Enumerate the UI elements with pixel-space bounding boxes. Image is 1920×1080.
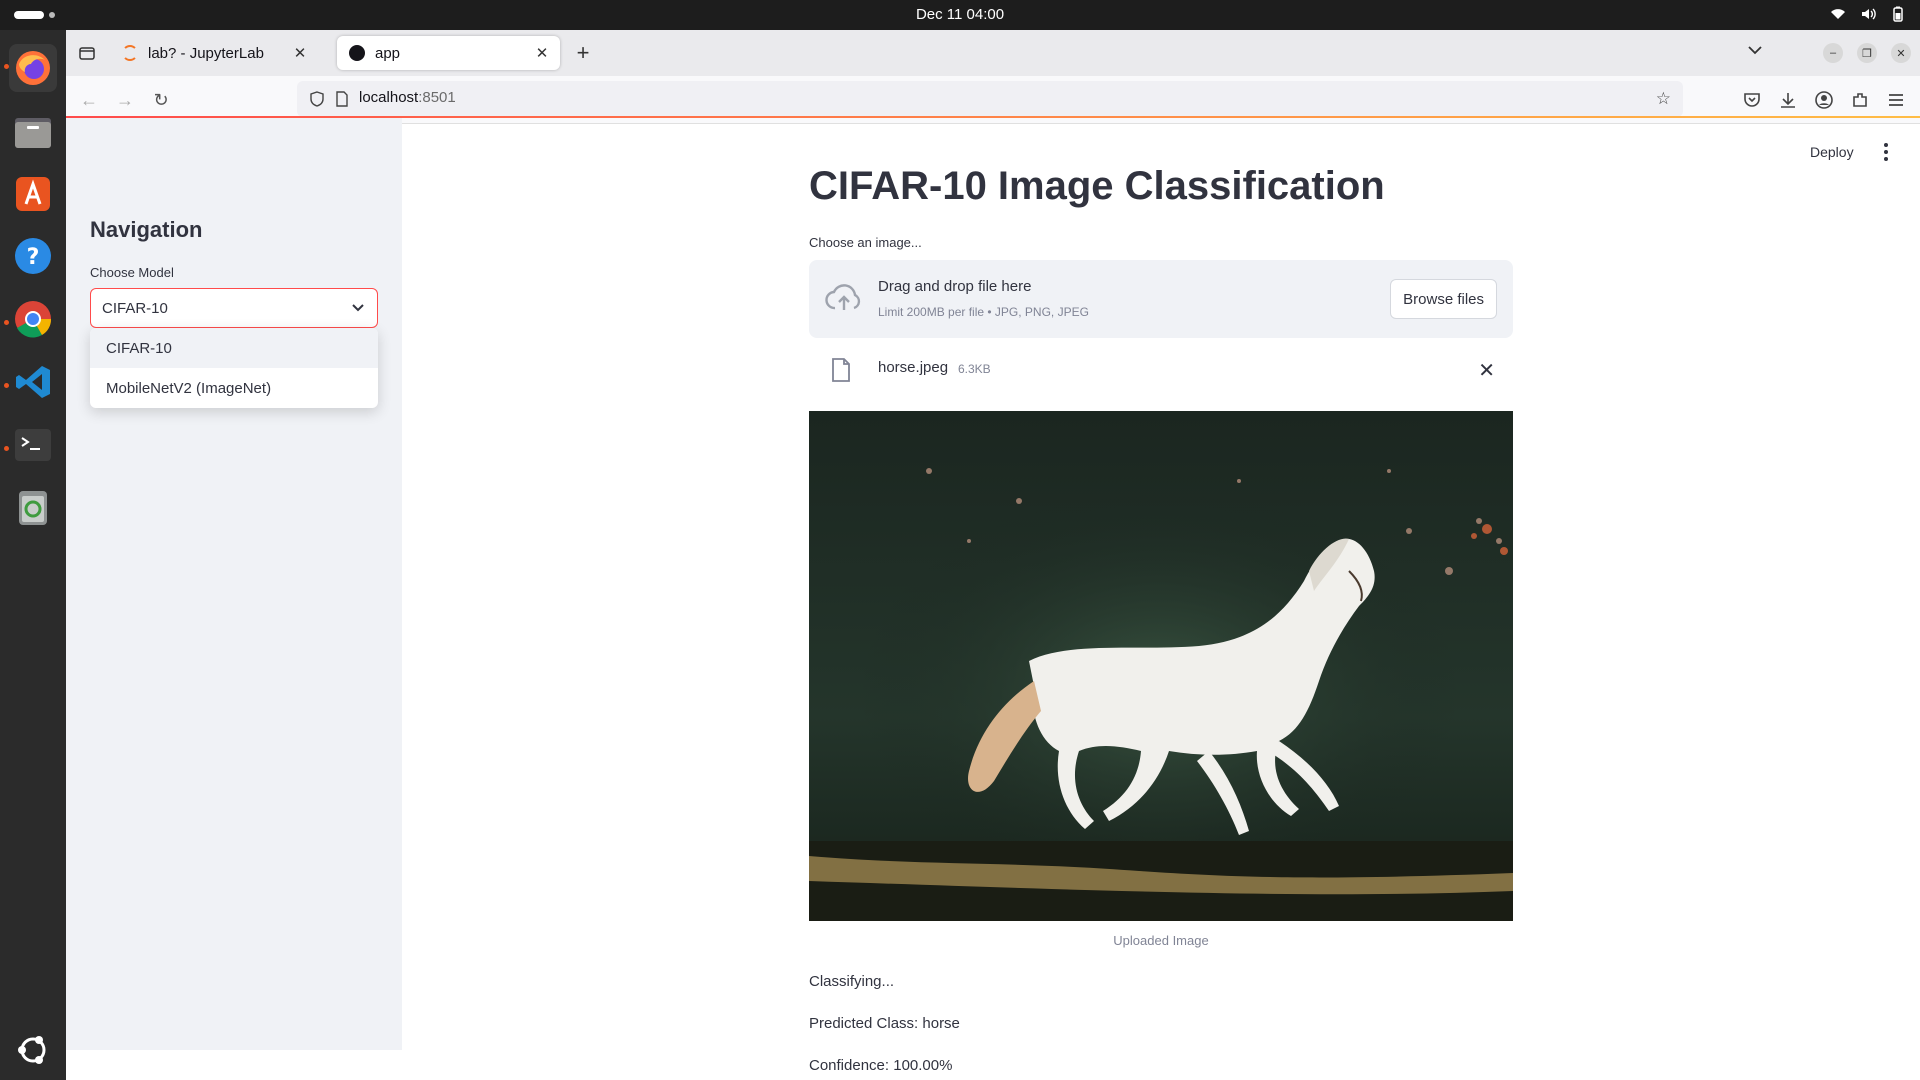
chevron-down-icon[interactable] bbox=[351, 301, 365, 315]
remove-file-icon[interactable]: ✕ bbox=[1478, 358, 1495, 383]
bookmark-star-icon[interactable]: ☆ bbox=[1656, 89, 1671, 109]
url-text[interactable]: localhost:8501 bbox=[359, 89, 456, 106]
sidebar: Navigation Choose Model CIFAR-10 CIFAR-1… bbox=[66, 118, 402, 1050]
chevron-down-icon[interactable] bbox=[1748, 42, 1762, 60]
tab-jupyterlab[interactable]: lab? - JupyterLab ✕ bbox=[110, 36, 318, 70]
confidence-text: Confidence: 100.00% bbox=[809, 1057, 953, 1074]
tab-title: lab? - JupyterLab bbox=[148, 44, 264, 62]
new-tab-icon[interactable]: + bbox=[571, 40, 595, 66]
shield-icon[interactable] bbox=[309, 91, 325, 107]
menu-icon[interactable] bbox=[1886, 90, 1906, 110]
back-icon[interactable]: ← bbox=[77, 88, 101, 112]
tab-app[interactable]: app ✕ bbox=[337, 36, 560, 70]
url-port: :8501 bbox=[418, 89, 456, 106]
svg-text:?: ? bbox=[27, 245, 40, 270]
tab-bar: lab? - JupyterLab ✕ app ✕ + – ❐ ✕ bbox=[66, 30, 1920, 76]
downloads-icon[interactable] bbox=[1778, 90, 1798, 110]
minimize-icon[interactable]: – bbox=[1823, 43, 1843, 63]
file-size: 6.3KB bbox=[958, 362, 991, 376]
firefox-view-icon[interactable] bbox=[78, 44, 96, 62]
close-tab-icon[interactable]: ✕ bbox=[532, 44, 552, 62]
dock: ? bbox=[0, 30, 66, 1080]
url-host: localhost bbox=[359, 89, 419, 106]
account-icon[interactable] bbox=[1814, 90, 1834, 110]
uploaded-image bbox=[809, 411, 1513, 921]
file-icon bbox=[832, 358, 850, 382]
tab-title: app bbox=[375, 44, 401, 62]
restore-icon[interactable]: ❐ bbox=[1857, 43, 1877, 63]
dropzone-title: Drag and drop file here bbox=[878, 278, 1032, 295]
battery-icon[interactable] bbox=[1890, 6, 1906, 22]
extensions-icon[interactable] bbox=[1850, 90, 1870, 110]
vscode-icon[interactable] bbox=[9, 358, 57, 406]
dropdown-option-cifar10[interactable]: CIFAR-10 bbox=[90, 328, 378, 368]
reload-icon[interactable]: ↻ bbox=[149, 88, 173, 112]
status-text: Classifying... bbox=[809, 973, 895, 990]
jupyter-icon bbox=[122, 45, 138, 61]
system-tray[interactable] bbox=[1830, 6, 1906, 22]
streamlit-icon bbox=[349, 45, 365, 61]
firefox-icon[interactable] bbox=[9, 44, 57, 92]
sidebar-heading: Navigation bbox=[90, 217, 203, 242]
dropdown-option-mobilenetv2[interactable]: MobileNetV2 (ImageNet) bbox=[90, 368, 378, 408]
system-clock[interactable]: Dec 11 04:00 bbox=[0, 6, 1920, 23]
show-apps-icon[interactable] bbox=[9, 1026, 57, 1074]
deploy-button[interactable]: Deploy bbox=[1810, 144, 1854, 160]
forward-icon[interactable]: → bbox=[113, 88, 137, 112]
browse-files-button[interactable]: Browse files bbox=[1390, 279, 1497, 319]
trash-icon[interactable] bbox=[9, 484, 57, 532]
file-name: horse.jpeg bbox=[878, 359, 949, 376]
help-icon[interactable]: ? bbox=[9, 232, 57, 280]
uploaded-file-row: horse.jpeg 6.3KB ✕ bbox=[809, 346, 1513, 394]
cloud-upload-icon bbox=[825, 282, 863, 314]
chrome-icon[interactable] bbox=[9, 295, 57, 343]
close-window-icon[interactable]: ✕ bbox=[1891, 43, 1911, 63]
wifi-icon[interactable] bbox=[1830, 6, 1846, 22]
volume-icon[interactable] bbox=[1860, 6, 1876, 22]
model-dropdown-menu: CIFAR-10 MobileNetV2 (ImageNet) bbox=[90, 328, 378, 408]
os-top-bar: Dec 11 04:00 bbox=[0, 0, 1920, 30]
file-dropzone[interactable]: Drag and drop file here Limit 200MB per … bbox=[809, 260, 1513, 338]
url-bar[interactable]: localhost:8501 ☆ bbox=[297, 81, 1683, 117]
files-icon[interactable] bbox=[9, 108, 57, 156]
main-menu-icon[interactable] bbox=[1876, 140, 1896, 164]
page-title: CIFAR-10 Image Classification bbox=[809, 164, 1385, 208]
app-center-icon[interactable] bbox=[9, 170, 57, 218]
streamlit-app: Navigation Choose Model CIFAR-10 CIFAR-1… bbox=[66, 118, 1920, 1074]
page-icon[interactable] bbox=[335, 91, 349, 107]
image-caption: Uploaded Image bbox=[1113, 933, 1209, 948]
model-select[interactable]: CIFAR-10 bbox=[90, 288, 378, 328]
terminal-icon[interactable] bbox=[9, 421, 57, 469]
upload-label: Choose an image... bbox=[809, 235, 922, 250]
pocket-icon[interactable] bbox=[1742, 90, 1762, 110]
dropzone-limits: Limit 200MB per file • JPG, PNG, JPEG bbox=[878, 305, 1089, 319]
model-select-value: CIFAR-10 bbox=[102, 300, 168, 317]
predicted-class: Predicted Class: horse bbox=[809, 1015, 960, 1032]
model-select-label: Choose Model bbox=[90, 265, 174, 280]
close-tab-icon[interactable]: ✕ bbox=[290, 44, 310, 62]
